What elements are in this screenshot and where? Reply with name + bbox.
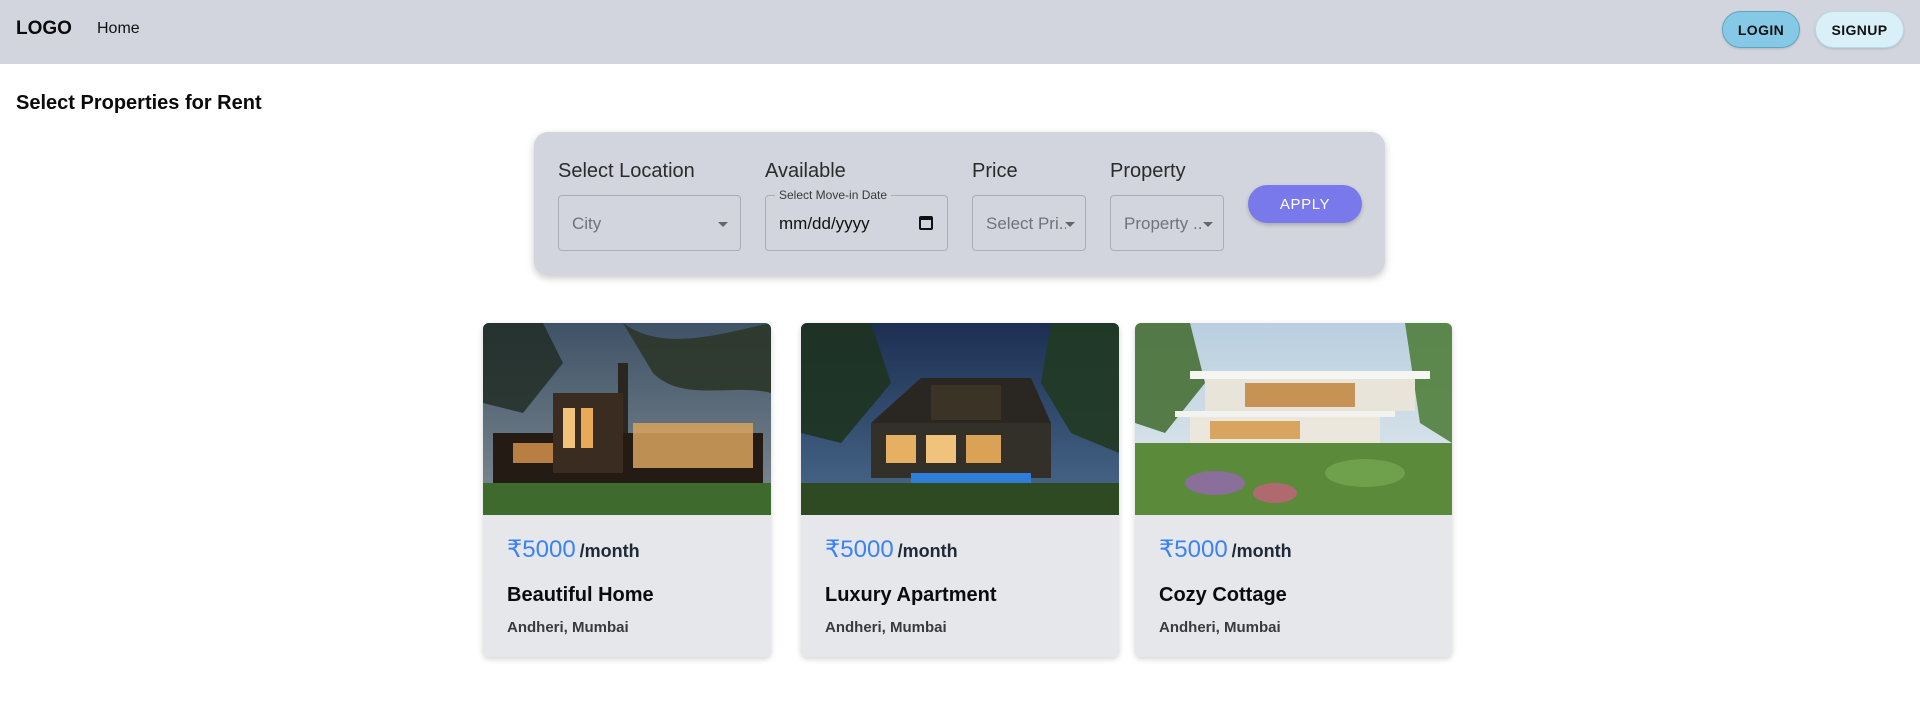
price-amount: ₹5000 xyxy=(507,536,576,563)
location-select[interactable]: City xyxy=(558,195,741,251)
property-location: Andheri, Mumbai xyxy=(507,619,629,636)
chevron-down-icon xyxy=(1203,222,1213,227)
property-card[interactable]: ₹5000/month Luxury Apartment Andheri, Mu… xyxy=(801,323,1119,657)
property-select[interactable]: Property .. xyxy=(1110,195,1224,251)
price-amount: ₹5000 xyxy=(825,536,894,563)
price-label: Price xyxy=(972,160,1018,182)
price-period: /month xyxy=(897,541,958,561)
logo[interactable]: LOGO xyxy=(16,18,72,40)
property-image xyxy=(801,323,1119,515)
property-card[interactable]: ₹5000/month Cozy Cottage Andheri, Mumbai xyxy=(1135,323,1452,657)
top-navbar: LOGO Home LOGIN SIGNUP xyxy=(0,0,1920,64)
calendar-icon[interactable] xyxy=(919,216,933,230)
page-title: Select Properties for Rent xyxy=(16,92,262,114)
apply-button[interactable]: APPLY xyxy=(1248,185,1362,223)
nav-home-link[interactable]: Home xyxy=(97,20,140,38)
price-text: ₹5000/month xyxy=(825,535,958,564)
date-value: mm/dd/yyyy xyxy=(779,214,870,233)
login-button[interactable]: LOGIN xyxy=(1722,11,1800,48)
signup-button[interactable]: SIGNUP xyxy=(1815,11,1904,48)
property-label: Property xyxy=(1110,160,1186,182)
price-amount: ₹5000 xyxy=(1159,536,1228,563)
price-period: /month xyxy=(1231,541,1292,561)
property-title: Luxury Apartment xyxy=(825,584,997,606)
chevron-down-icon xyxy=(718,222,728,227)
move-in-date-label: Select Move-in Date xyxy=(775,188,892,202)
property-location: Andheri, Mumbai xyxy=(1159,619,1281,636)
price-text: ₹5000/month xyxy=(1159,535,1292,564)
property-location: Andheri, Mumbai xyxy=(825,619,947,636)
price-period: /month xyxy=(579,541,640,561)
property-title: Beautiful Home xyxy=(507,584,654,606)
price-select[interactable]: Select Pri.. xyxy=(972,195,1086,251)
price-text: ₹5000/month xyxy=(507,535,640,564)
available-label: Available xyxy=(765,160,846,182)
location-placeholder: City xyxy=(572,214,602,233)
filter-panel: Select Location City Available Select Mo… xyxy=(534,132,1385,275)
property-placeholder: Property .. xyxy=(1124,214,1203,233)
property-image xyxy=(1135,323,1452,515)
chevron-down-icon xyxy=(1065,222,1075,227)
property-image xyxy=(483,323,771,515)
property-title: Cozy Cottage xyxy=(1159,584,1287,606)
price-placeholder: Select Pri.. xyxy=(986,214,1066,233)
move-in-date-input[interactable]: Select Move-in Date mm/dd/yyyy xyxy=(765,188,948,251)
location-label: Select Location xyxy=(558,160,695,182)
property-card[interactable]: ₹5000/month Beautiful Home Andheri, Mumb… xyxy=(483,323,771,657)
